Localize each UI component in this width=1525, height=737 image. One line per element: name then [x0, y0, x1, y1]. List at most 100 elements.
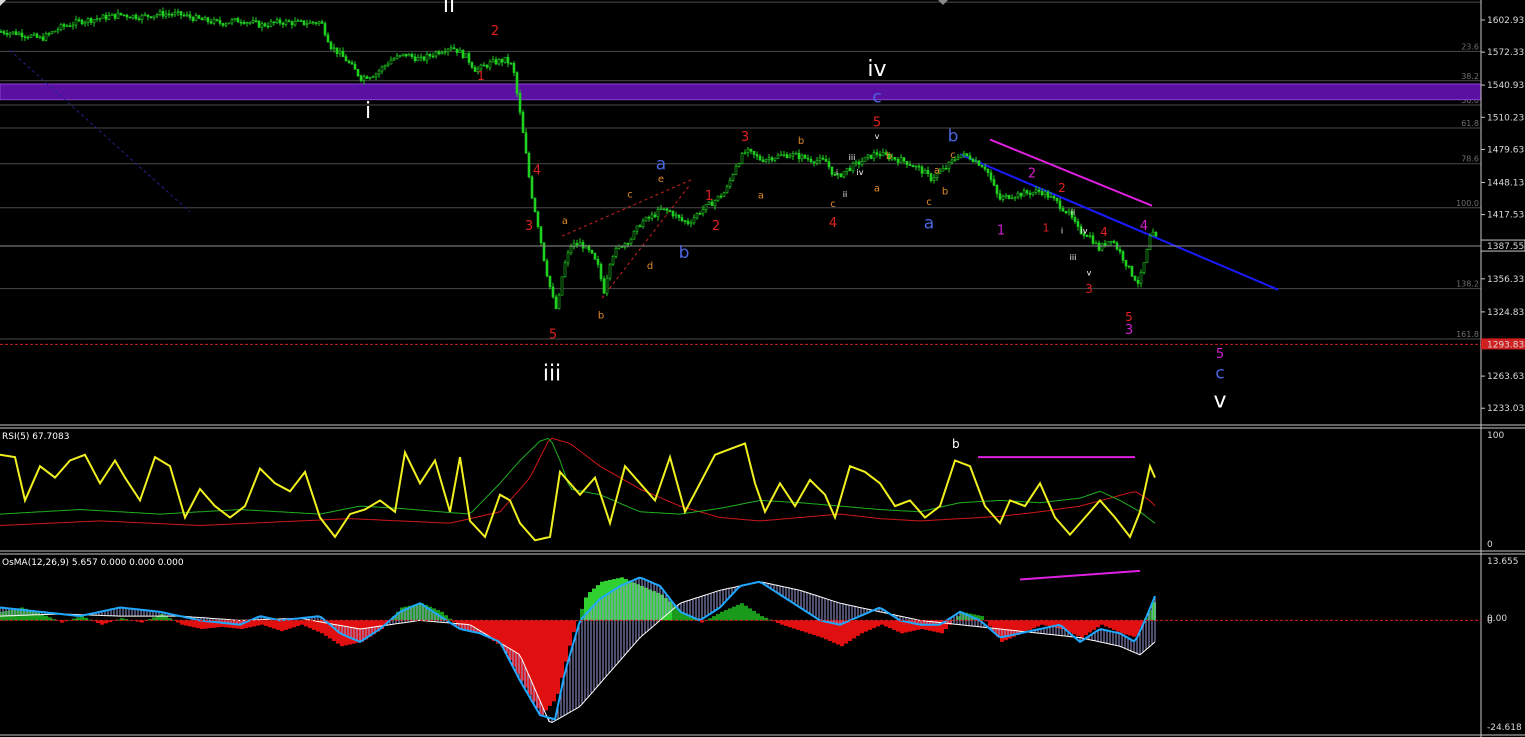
candle-body-368	[1103, 243, 1107, 246]
candle-body-124	[371, 76, 375, 79]
candle-body-11	[32, 33, 36, 36]
candle-body-382	[1145, 249, 1149, 263]
candle-body-156	[467, 53, 471, 63]
candle-body-301	[902, 157, 906, 162]
fib-label-8: 161.8	[1456, 330, 1479, 339]
osma-bar-46	[184, 620, 188, 626]
osma-bar-277	[1108, 620, 1112, 629]
price-tick-label-0: 1602.93	[1487, 16, 1524, 26]
osma-bar-71	[284, 620, 288, 630]
wave-label-49: 4	[1140, 219, 1148, 234]
osma-bar-205	[820, 620, 824, 638]
candle-body-78	[233, 18, 237, 21]
candle-body-91	[272, 21, 276, 24]
candle-body-58	[173, 12, 177, 16]
candle-body-23	[68, 25, 72, 28]
wave-label-53: c	[1215, 364, 1224, 384]
osma-bar-65	[260, 620, 264, 625]
wave-label-47: v	[1087, 269, 1092, 278]
chart-canvas[interactable]: 0.023.638.250.061.878.6100.0138.2161.8 i…	[0, 0, 1525, 737]
candle-body-66	[197, 15, 201, 19]
fib-label-7: 138.2	[1456, 280, 1479, 289]
candle-body-53	[158, 10, 162, 15]
candle-body-209	[626, 242, 630, 245]
candle-body-26	[77, 19, 81, 21]
wave-label-27: b	[886, 151, 892, 162]
candle-body-268	[803, 154, 807, 159]
candle-body-335	[1004, 194, 1008, 198]
candle-body-38	[113, 13, 117, 19]
wave-label-18: a	[758, 191, 764, 202]
candle-body-172	[515, 72, 519, 94]
candle-body-293	[878, 154, 882, 157]
wave-label-37: c	[950, 150, 956, 161]
price-tick-label-8: 1356.33	[1487, 275, 1524, 285]
candle-body-246	[737, 163, 741, 167]
candle-body-10	[29, 34, 33, 38]
price-tick-label-5: 1448.13	[1487, 178, 1524, 188]
candle-body-188	[563, 262, 567, 278]
candle-body-248	[743, 152, 747, 154]
osma-bar-182	[728, 608, 732, 621]
candle-body-73	[218, 20, 222, 24]
candle-body-139	[416, 57, 420, 62]
fib-label-1: 23.6	[1461, 42, 1479, 51]
wave-label-43: i	[1061, 227, 1063, 236]
candle-body-365	[1094, 242, 1098, 245]
osma-bar-201	[804, 620, 808, 633]
candle-body-143	[428, 54, 432, 57]
candle-body-245	[734, 166, 738, 175]
candle-body-314	[941, 167, 945, 172]
candle-body-300	[899, 157, 903, 163]
current-price-label: 1387.55	[1487, 242, 1524, 252]
candle-body-319	[956, 157, 960, 160]
osma-bar-137	[548, 620, 552, 706]
candle-body-263	[788, 155, 792, 159]
candle-body-337	[1010, 197, 1014, 200]
candle-body-322	[965, 153, 969, 157]
wave-label-14: b	[679, 243, 690, 263]
wave-label-31: iv	[867, 57, 886, 82]
candle-body-348	[1043, 191, 1047, 196]
candle-body-154	[461, 49, 465, 58]
osma-bar-204	[816, 620, 820, 637]
candle-body-142	[425, 54, 429, 61]
candle-body-281	[842, 171, 846, 178]
candle-body-50	[149, 16, 153, 19]
candle-body-28	[83, 21, 87, 25]
rsi-axis-top: 100	[1487, 431, 1504, 441]
osma-bar-259	[1036, 620, 1040, 627]
candle-body-384	[1151, 231, 1155, 237]
candle-body-223	[668, 210, 672, 212]
candle-body-247	[740, 153, 744, 164]
osma-bar-267	[1068, 620, 1072, 633]
candle-body-150	[449, 47, 453, 50]
candle-body-20	[59, 24, 63, 30]
candle-body-385	[1154, 231, 1158, 237]
candle-body-242	[725, 186, 729, 194]
candle-body-274	[821, 157, 825, 160]
candle-body-9	[26, 36, 30, 39]
osma-bar-281	[1124, 620, 1128, 635]
candle-body-381	[1142, 262, 1146, 273]
wave-label-17: 3	[741, 130, 749, 145]
candle-body-193	[578, 242, 582, 246]
wave-label-26: a	[874, 183, 880, 194]
candle-body-179	[536, 211, 540, 227]
candle-body-46	[137, 18, 141, 21]
candle-body-303	[908, 164, 912, 166]
osma-bar-220	[880, 620, 884, 625]
osma-bar-212	[848, 620, 852, 642]
candle-body-345	[1034, 189, 1038, 193]
candle-body-202	[605, 277, 609, 294]
osma-bar-213	[852, 620, 856, 639]
osma-bar-180	[720, 611, 724, 621]
candle-body-99	[296, 20, 300, 22]
wave-label-22: ii	[843, 190, 847, 199]
candle-body-298	[893, 157, 897, 160]
wave-label-16: 2	[712, 219, 720, 234]
candle-body-363	[1088, 235, 1092, 238]
candle-body-27	[80, 19, 84, 25]
candle-body-118	[353, 63, 357, 70]
candle-body-316	[947, 161, 951, 169]
